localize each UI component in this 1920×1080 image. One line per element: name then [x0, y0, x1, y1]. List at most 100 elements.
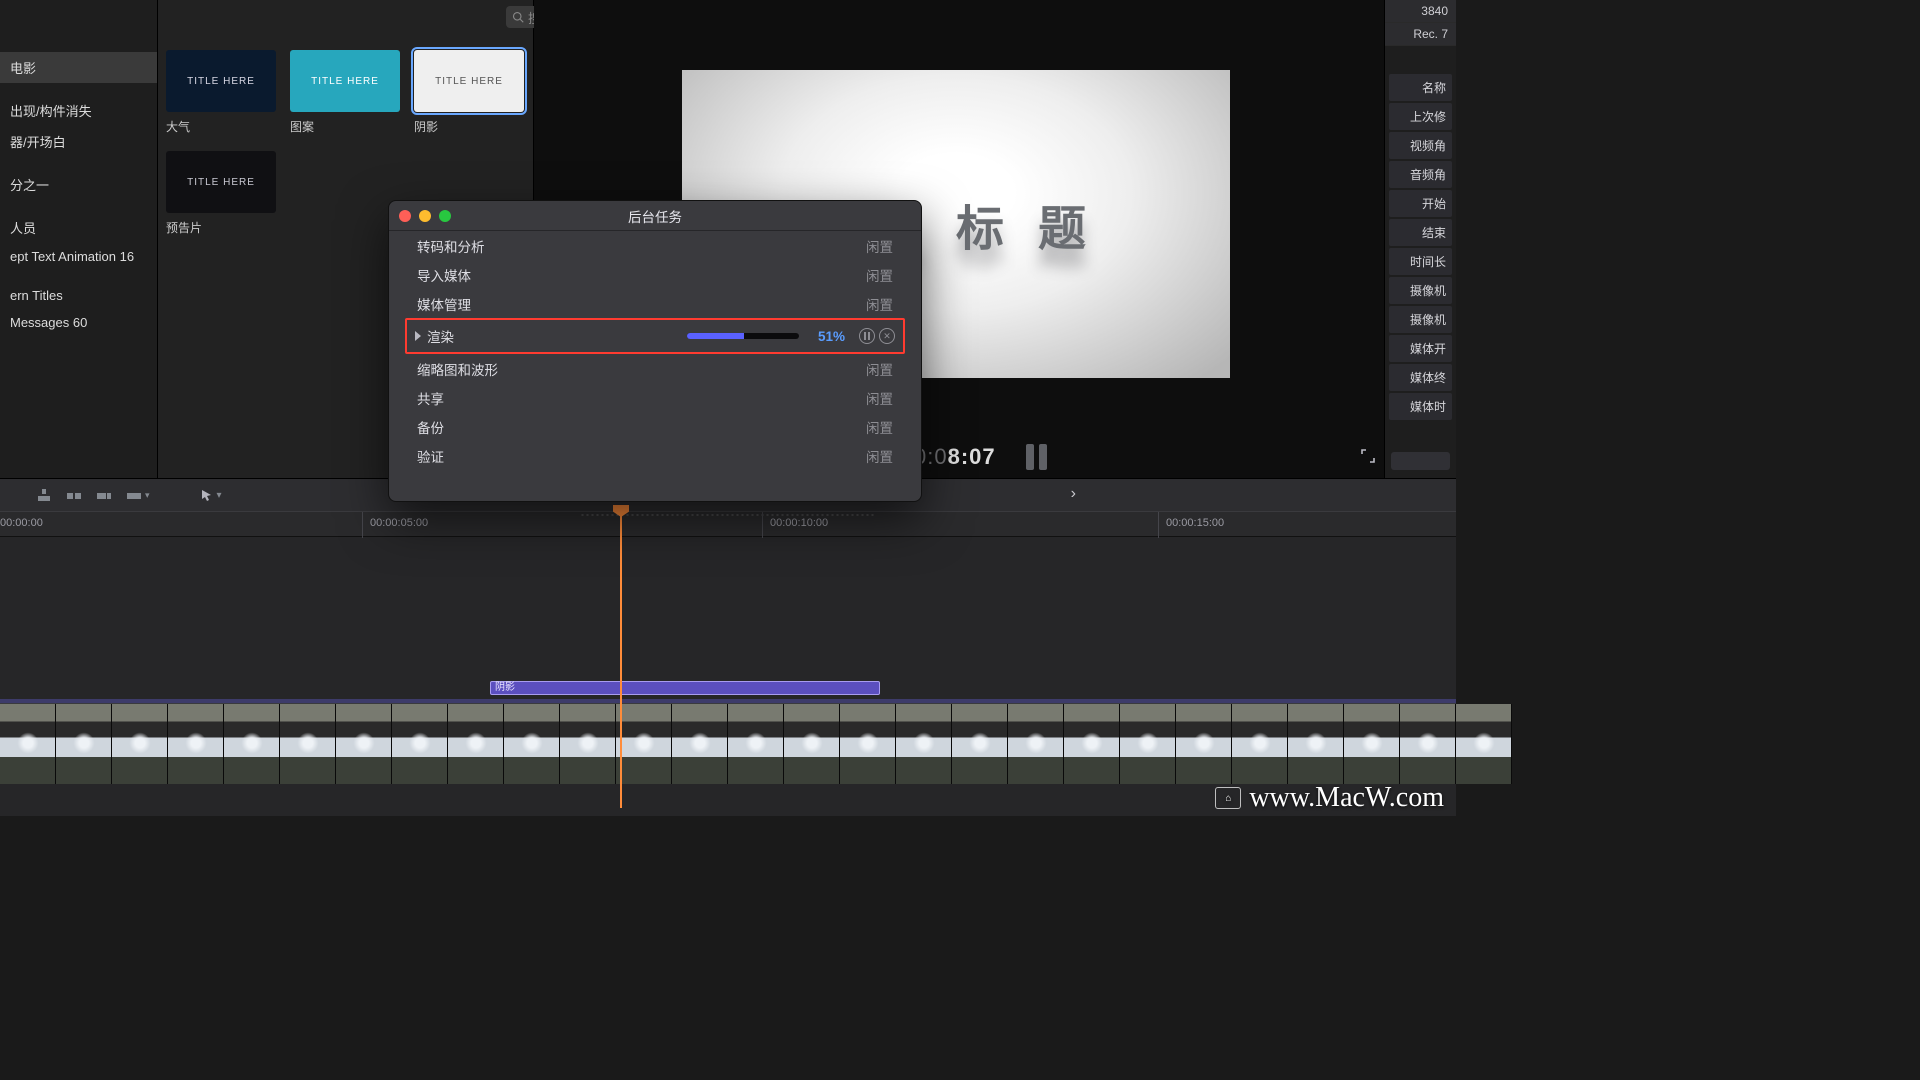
task-row[interactable]: 验证 闲置	[389, 441, 921, 470]
cancel-circle-icon[interactable]: ✕	[879, 328, 895, 344]
thumb-label: 图案	[290, 118, 400, 135]
tool-append-icon[interactable]	[96, 488, 112, 502]
sidebar-item[interactable]: 人员	[0, 212, 157, 243]
tool-select-icon[interactable]: ▾	[200, 488, 222, 502]
title-thumbnail[interactable]: TITLE HERE 预告片	[166, 151, 276, 236]
video-frame	[448, 704, 504, 784]
video-frame	[336, 704, 392, 784]
task-status: 闲置	[866, 446, 893, 466]
progress-percent: 51%	[809, 329, 845, 344]
left-sidebar: 电影 出现/构件消失 器/开场白 分之一 人员 ept Text Animati…	[0, 0, 158, 478]
ruler-mark: 00:00:00	[0, 517, 43, 529]
task-status: 闲置	[866, 388, 893, 408]
inspector-color: Rec. 7	[1385, 23, 1456, 46]
sidebar-item[interactable]: 器/开场白	[0, 126, 157, 157]
tool-overwrite-icon[interactable]: ▾	[126, 488, 150, 502]
inspector-row[interactable]: 摄像机	[1389, 277, 1452, 304]
inspector-row[interactable]: 音频角	[1389, 161, 1452, 188]
inspector-row[interactable]: 媒体终	[1389, 364, 1452, 391]
task-status: 闲置	[866, 265, 893, 285]
task-row[interactable]: 导入媒体 闲置	[389, 260, 921, 289]
progress-bar	[687, 333, 799, 339]
sidebar-item[interactable]: Messages 60	[0, 309, 157, 336]
inspector-row[interactable]: 上次修	[1389, 103, 1452, 130]
video-frame	[1456, 704, 1512, 784]
video-frame	[224, 704, 280, 784]
video-frame	[896, 704, 952, 784]
video-frame	[1232, 704, 1288, 784]
task-name: 渲染	[427, 326, 454, 346]
inspector-row[interactable]: 视频角	[1389, 132, 1452, 159]
task-name: 验证	[417, 446, 444, 466]
thumb-label: 阴影	[414, 118, 524, 135]
video-frame	[168, 704, 224, 784]
video-frame	[1344, 704, 1400, 784]
inspector-row[interactable]: 媒体时	[1389, 393, 1452, 420]
task-name: 导入媒体	[417, 265, 471, 285]
inspector-row[interactable]: 开始	[1389, 190, 1452, 217]
fullscreen-icon[interactable]	[1360, 448, 1376, 467]
video-frame	[728, 704, 784, 784]
inspector-row[interactable]: 摄像机	[1389, 306, 1452, 333]
inspector-row[interactable]: 名称	[1389, 74, 1452, 101]
thumb-label: 大气	[166, 118, 276, 135]
caret-right-icon	[415, 331, 421, 341]
chevron-right-icon[interactable]: ›	[1071, 485, 1076, 503]
sidebar-item[interactable]: ern Titles	[0, 282, 157, 309]
tool-insert-icon[interactable]	[66, 488, 82, 502]
sidebar-item[interactable]: 电影	[0, 52, 157, 83]
pause-icon[interactable]	[1026, 444, 1047, 470]
background-tasks-modal: 后台任务 转码和分析 闲置导入媒体 闲置媒体管理 闲置 渲染 51% ✕ 缩略图…	[388, 200, 922, 502]
inspector-search[interactable]	[1391, 452, 1450, 470]
ruler-mark: 00:00:15:00	[1166, 517, 1224, 529]
watermark-icon: ⌂	[1215, 787, 1241, 809]
task-status: 闲置	[866, 359, 893, 379]
video-track[interactable]	[0, 703, 1456, 783]
sidebar-item[interactable]: 出现/构件消失	[0, 95, 157, 126]
video-frame	[784, 704, 840, 784]
title-clip[interactable]: 阴影	[490, 681, 880, 695]
task-status: 闲置	[866, 236, 893, 256]
task-row[interactable]: 备份 闲置	[389, 412, 921, 441]
title-thumbnail[interactable]: TITLE HERE 阴影	[414, 50, 524, 135]
task-name: 缩略图和波形	[417, 359, 498, 379]
task-row[interactable]: 共享 闲置	[389, 383, 921, 412]
video-frame	[1400, 704, 1456, 784]
watermark: ⌂ www.MacW.com	[1215, 782, 1444, 814]
sidebar-item[interactable]: ept Text Animation 16	[0, 243, 157, 270]
title-thumbnail[interactable]: TITLE HERE 大气	[166, 50, 276, 135]
titles-track[interactable]: 阴影	[0, 679, 1456, 699]
video-frame	[672, 704, 728, 784]
video-frame	[0, 704, 56, 784]
task-name: 转码和分析	[417, 236, 485, 256]
video-frame	[1176, 704, 1232, 784]
sidebar-item[interactable]: 分之一	[0, 169, 157, 200]
pause-circle-icon[interactable]	[859, 328, 875, 344]
task-row[interactable]: 缩略图和波形 闲置	[389, 354, 921, 383]
video-frame	[504, 704, 560, 784]
inspector-row[interactable]: 时间长	[1389, 248, 1452, 275]
video-frame	[560, 704, 616, 784]
video-frame	[280, 704, 336, 784]
video-frame	[1288, 704, 1344, 784]
video-frame	[1008, 704, 1064, 784]
task-status: 闲置	[866, 417, 893, 437]
title-thumbnail[interactable]: TITLE HERE 图案	[290, 50, 400, 135]
tool-connect-icon[interactable]	[36, 488, 52, 502]
timeline-ruler[interactable]: 00:00:0000:00:05:0000:00:10:0000:00:15:0…	[0, 511, 1456, 537]
timecode: 8:07	[948, 444, 996, 469]
inspector-row[interactable]: 媒体开	[1389, 335, 1452, 362]
playhead[interactable]	[620, 508, 622, 808]
video-frame	[392, 704, 448, 784]
inspector-row[interactable]: 结束	[1389, 219, 1452, 246]
task-name: 备份	[417, 417, 444, 437]
task-row[interactable]: 媒体管理 闲置	[389, 289, 921, 318]
video-frame	[112, 704, 168, 784]
ruler-mark: 00:00:05:00	[370, 517, 428, 529]
modal-title: 后台任务	[389, 206, 921, 226]
video-frame	[616, 704, 672, 784]
task-row[interactable]: 转码和分析 闲置	[389, 231, 921, 260]
timeline[interactable]: ▾ ▾ › 00:00:0000:00:05:0000:00:10:0000:0…	[0, 478, 1456, 816]
inspector-res: 3840	[1385, 0, 1456, 23]
render-task-row[interactable]: 渲染 51% ✕	[405, 318, 905, 354]
